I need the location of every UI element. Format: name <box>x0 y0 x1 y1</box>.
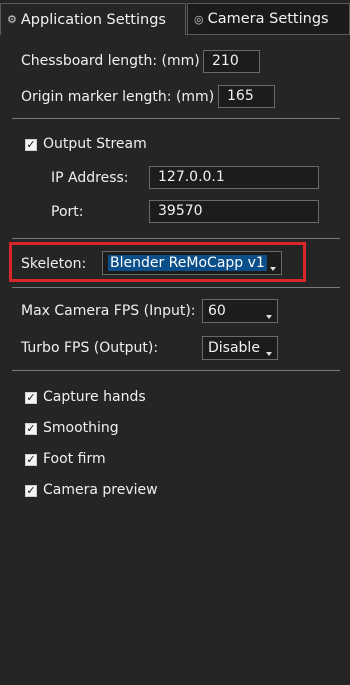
port-label: Port: <box>51 204 84 220</box>
output-stream-label: Output Stream <box>43 136 147 152</box>
chessboard-length-input[interactable]: 210 <box>203 50 260 73</box>
divider <box>12 370 340 371</box>
max-camera-fps-value: 60 <box>208 303 226 319</box>
port-input[interactable]: 39570 <box>149 200 319 223</box>
tab-underline <box>186 34 350 35</box>
tab-label: Camera Settings <box>207 11 329 27</box>
foot-firm-label: Foot firm <box>43 451 106 467</box>
tab-bar: ⚙ Application Settings ◎ Camera Settings <box>0 0 350 36</box>
camera-icon: ◎ <box>194 12 204 26</box>
origin-marker-length-input[interactable]: 165 <box>218 85 275 108</box>
skeleton-selected-value: Blender ReMoCapp v1 <box>108 255 267 271</box>
tab-label: Application Settings <box>20 11 166 28</box>
ip-address-label: IP Address: <box>51 170 129 186</box>
output-stream-checkbox[interactable]: ✓ <box>25 139 37 151</box>
turbo-fps-select[interactable]: Disable <box>202 336 278 360</box>
skeleton-select[interactable]: Blender ReMoCapp v1 <box>102 251 282 275</box>
origin-marker-length-label: Origin marker length: (mm) <box>21 89 215 105</box>
chevron-down-icon <box>266 315 272 319</box>
tab-camera-settings[interactable]: ◎ Camera Settings <box>187 3 350 35</box>
tab-application-settings[interactable]: ⚙ Application Settings <box>0 3 186 35</box>
skeleton-label: Skeleton: <box>21 256 87 272</box>
chevron-down-icon <box>270 267 276 271</box>
chessboard-length-label: Chessboard length: (mm) <box>21 53 200 69</box>
foot-firm-checkbox[interactable]: ✓ <box>25 454 37 466</box>
smoothing-label: Smoothing <box>43 420 119 436</box>
gear-icon: ⚙ <box>7 13 17 26</box>
smoothing-checkbox[interactable]: ✓ <box>25 423 37 435</box>
divider <box>12 287 340 288</box>
ip-address-input[interactable]: 127.0.0.1 <box>149 166 319 189</box>
capture-hands-label: Capture hands <box>43 389 146 405</box>
chevron-down-icon <box>266 352 272 356</box>
divider <box>12 118 340 119</box>
max-camera-fps-select[interactable]: 60 <box>202 299 278 323</box>
capture-hands-checkbox[interactable]: ✓ <box>25 392 37 404</box>
turbo-fps-label: Turbo FPS (Output): <box>21 340 159 356</box>
camera-preview-checkbox[interactable]: ✓ <box>25 485 37 497</box>
max-camera-fps-label: Max Camera FPS (Input): <box>21 303 196 319</box>
divider <box>12 238 340 239</box>
turbo-fps-value: Disable <box>208 340 260 356</box>
camera-preview-label: Camera preview <box>43 482 158 498</box>
